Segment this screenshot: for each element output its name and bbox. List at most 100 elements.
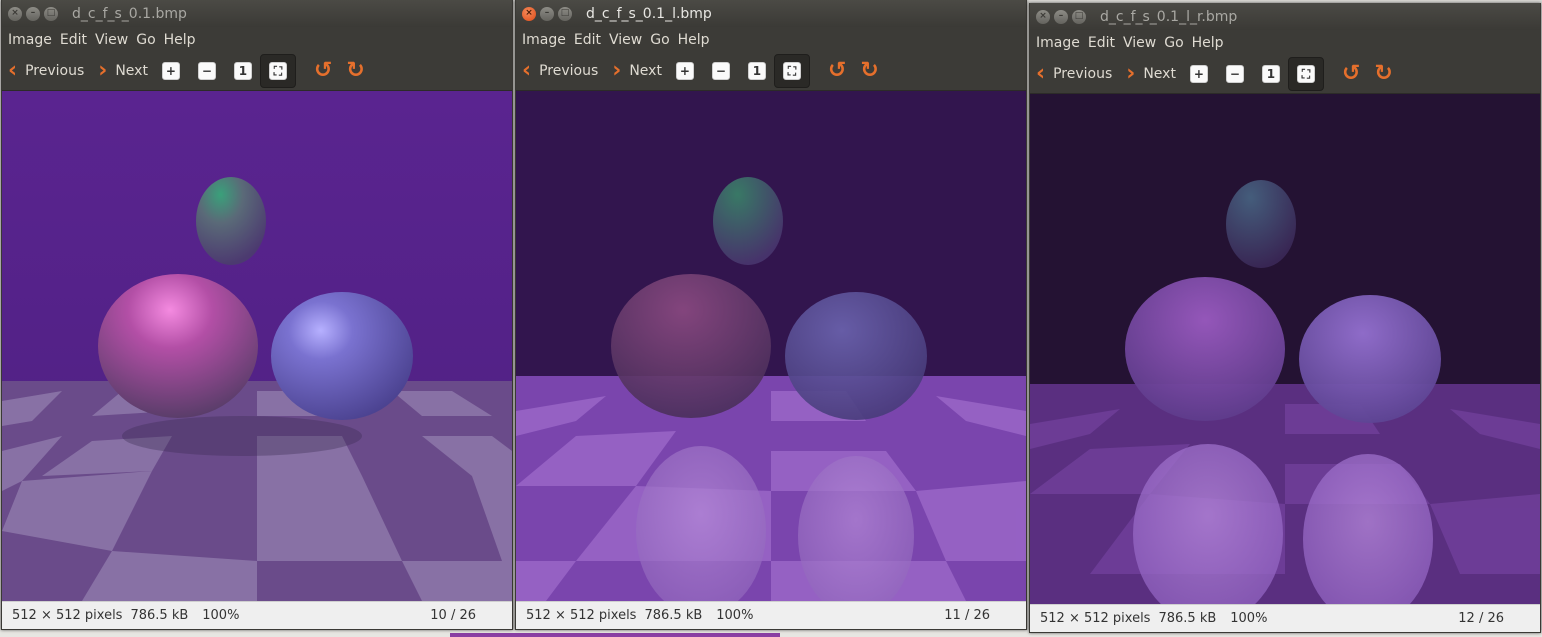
maximize-icon[interactable]: □ [558, 6, 572, 21]
window-title: d_c_f_s_0.1_l_r.bmp [1100, 8, 1238, 25]
menu-edit[interactable]: Edit [574, 32, 601, 48]
chevron-right-icon: › [98, 58, 108, 83]
best-fit-button[interactable]: ⛶ [1287, 57, 1324, 91]
chevron-right-icon: › [1126, 61, 1136, 86]
chevron-left-icon: ‹ [8, 58, 18, 83]
zoom-out-icon[interactable]: − [711, 62, 730, 80]
chevron-left-icon: ‹ [522, 58, 532, 83]
image-position: 11 / 26 [944, 608, 990, 623]
maximize-icon[interactable]: □ [44, 6, 58, 21]
image-dimensions: 512 × 512 pixels [1040, 611, 1151, 626]
file-size: 786.5 kB [1158, 611, 1217, 626]
normal-size-icon[interactable]: 1 [747, 62, 766, 80]
menu-image[interactable]: Image [522, 32, 566, 48]
chevron-right-icon: › [612, 58, 622, 83]
menu-edit[interactable]: Edit [1088, 35, 1115, 51]
image-viewer-window-1: × – □ d_c_f_s_0.1.bmp Image Edit View Go… [1, 0, 513, 630]
status-bar: 512 × 512 pixels 786.5 kB 100% 12 / 26 [1030, 604, 1540, 632]
best-fit-icon: ⛶ [1296, 65, 1315, 83]
image-dimensions: 512 × 512 pixels [526, 608, 637, 623]
best-fit-icon: ⛶ [268, 62, 287, 80]
zoom-level: 100% [202, 608, 240, 623]
rendered-image [1030, 94, 1540, 604]
title-bar[interactable]: × – □ d_c_f_s_0.1_l.bmp [516, 0, 1026, 27]
toolbar: ‹ Previous › Next + − 1 ⛶ ↺ ↻ [2, 52, 512, 91]
rendered-image [2, 91, 512, 601]
image-dimensions: 512 × 512 pixels [12, 608, 123, 623]
menu-bar: Image Edit View Go Help [516, 27, 1026, 52]
rotate-left-icon[interactable]: ↺ [1342, 63, 1360, 85]
best-fit-button[interactable]: ⛶ [773, 54, 810, 88]
title-bar[interactable]: × – □ d_c_f_s_0.1.bmp [2, 0, 512, 27]
menu-view[interactable]: View [95, 32, 128, 48]
zoom-level: 100% [1230, 611, 1268, 626]
status-bar: 512 × 512 pixels 786.5 kB 100% 11 / 26 [516, 601, 1026, 629]
next-button[interactable]: › Next [612, 60, 662, 82]
image-viewer-window-3: × – □ d_c_f_s_0.1_l_r.bmp Image Edit Vie… [1029, 3, 1541, 633]
rotate-left-icon[interactable]: ↺ [828, 60, 846, 82]
image-canvas[interactable] [1030, 94, 1540, 604]
next-button[interactable]: › Next [98, 60, 148, 82]
zoom-in-icon[interactable]: + [675, 62, 694, 80]
menu-image[interactable]: Image [1036, 35, 1080, 51]
menu-help[interactable]: Help [678, 32, 710, 48]
menu-help[interactable]: Help [1192, 35, 1224, 51]
zoom-in-icon[interactable]: + [161, 62, 180, 80]
taskbar-accent [450, 633, 780, 637]
menu-bar: Image Edit View Go Help [1030, 30, 1540, 55]
best-fit-button[interactable]: ⛶ [259, 54, 296, 88]
previous-label: Previous [539, 63, 599, 79]
status-bar: 512 × 512 pixels 786.5 kB 100% 10 / 26 [2, 601, 512, 629]
normal-size-icon[interactable]: 1 [233, 62, 252, 80]
close-icon[interactable]: × [1036, 9, 1050, 24]
window-title: d_c_f_s_0.1.bmp [72, 5, 187, 22]
rotate-right-icon[interactable]: ↻ [860, 60, 878, 82]
zoom-in-icon[interactable]: + [1189, 65, 1208, 83]
previous-label: Previous [25, 63, 85, 79]
minimize-icon[interactable]: – [540, 6, 554, 21]
minimize-icon[interactable]: – [1054, 9, 1068, 24]
zoom-out-icon[interactable]: − [1225, 65, 1244, 83]
rotate-right-icon[interactable]: ↻ [346, 60, 364, 82]
menu-edit[interactable]: Edit [60, 32, 87, 48]
best-fit-icon: ⛶ [782, 62, 801, 80]
chevron-left-icon: ‹ [1036, 61, 1046, 86]
menu-go[interactable]: Go [650, 32, 669, 48]
menu-help[interactable]: Help [164, 32, 196, 48]
menu-view[interactable]: View [609, 32, 642, 48]
next-label: Next [1143, 66, 1176, 82]
image-viewer-window-2: × – □ d_c_f_s_0.1_l.bmp Image Edit View … [515, 0, 1027, 630]
menu-bar: Image Edit View Go Help [2, 27, 512, 52]
window-title: d_c_f_s_0.1_l.bmp [586, 5, 712, 22]
next-label: Next [629, 63, 662, 79]
menu-go[interactable]: Go [1164, 35, 1183, 51]
image-canvas[interactable] [516, 91, 1026, 601]
rotate-left-icon[interactable]: ↺ [314, 60, 332, 82]
close-icon[interactable]: × [522, 6, 536, 21]
menu-go[interactable]: Go [136, 32, 155, 48]
previous-label: Previous [1053, 66, 1113, 82]
toolbar: ‹ Previous › Next + − 1 ⛶ ↺ ↻ [1030, 55, 1540, 94]
file-size: 786.5 kB [130, 608, 189, 623]
previous-button[interactable]: ‹ Previous [8, 60, 84, 82]
image-canvas[interactable] [2, 91, 512, 601]
image-position: 10 / 26 [430, 608, 476, 623]
next-label: Next [115, 63, 148, 79]
previous-button[interactable]: ‹ Previous [522, 60, 598, 82]
file-size: 786.5 kB [644, 608, 703, 623]
rendered-image [516, 91, 1026, 601]
title-bar[interactable]: × – □ d_c_f_s_0.1_l_r.bmp [1030, 3, 1540, 30]
previous-button[interactable]: ‹ Previous [1036, 63, 1112, 85]
menu-image[interactable]: Image [8, 32, 52, 48]
menu-view[interactable]: View [1123, 35, 1156, 51]
normal-size-icon[interactable]: 1 [1261, 65, 1280, 83]
rotate-right-icon[interactable]: ↻ [1374, 63, 1392, 85]
maximize-icon[interactable]: □ [1072, 9, 1086, 24]
toolbar: ‹ Previous › Next + − 1 ⛶ ↺ ↻ [516, 52, 1026, 91]
zoom-level: 100% [716, 608, 754, 623]
image-position: 12 / 26 [1458, 611, 1504, 626]
zoom-out-icon[interactable]: − [197, 62, 216, 80]
next-button[interactable]: › Next [1126, 63, 1176, 85]
close-icon[interactable]: × [8, 6, 22, 21]
minimize-icon[interactable]: – [26, 6, 40, 21]
